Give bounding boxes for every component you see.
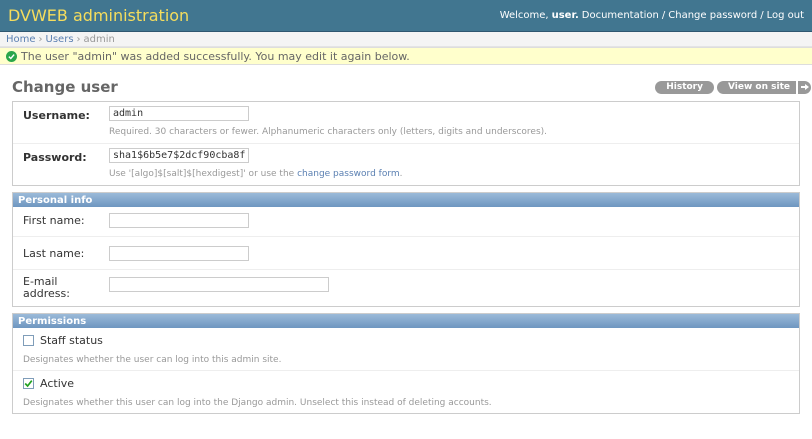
permissions-fieldset: Permissions Staff status Designates whet… — [12, 313, 800, 414]
site-branding: DVWEB administration — [8, 6, 190, 25]
separator: / — [760, 10, 764, 21]
change-password-form-link[interactable]: change password form — [297, 169, 400, 179]
username-input[interactable] — [109, 106, 249, 121]
user-tools: Welcome, user. Documentation / Change pa… — [500, 10, 804, 21]
first-name-label: First name: — [23, 214, 85, 227]
current-username: user. — [551, 10, 579, 21]
last-name-line: Last name: — [23, 246, 789, 261]
object-tools: History View on site — [655, 80, 811, 94]
view-on-site-button[interactable]: View on site — [716, 80, 796, 94]
account-fieldset: Username: Required. 30 characters or few… — [12, 101, 800, 186]
email-label: E-mail address: — [23, 276, 109, 300]
staff-status-checkbox[interactable] — [23, 335, 34, 346]
personal-info-fieldset: Personal info First name: Last name: E-m… — [12, 192, 800, 307]
breadcrumb-users[interactable]: Users — [46, 34, 74, 45]
username-label: Username: — [23, 109, 90, 122]
first-name-line: First name: — [23, 213, 789, 228]
first-name-input[interactable] — [109, 213, 249, 228]
content: Change user History View on site Usernam… — [0, 78, 812, 414]
password-help-text: Use '[algo]$[salt]$[hexdigest]' or use t… — [109, 169, 295, 179]
separator: / — [661, 10, 666, 21]
last-name-input[interactable] — [109, 246, 249, 261]
permissions-heading: Permissions — [13, 314, 799, 328]
email-input[interactable] — [109, 277, 329, 292]
active-label[interactable]: Active — [40, 377, 74, 390]
last-name-label: Last name: — [23, 247, 85, 260]
title-row: Change user History View on site — [12, 78, 811, 96]
staff-status-row: Staff status Designates whether the user… — [13, 328, 799, 371]
password-input[interactable] — [109, 148, 249, 163]
page-title: Change user — [12, 78, 118, 96]
active-line: Active — [23, 377, 789, 390]
email-line: E-mail address: — [23, 276, 789, 300]
logout-link[interactable]: Log out — [767, 10, 804, 21]
breadcrumb-separator: › — [76, 33, 81, 45]
success-message-text: The user "admin" was added successfully.… — [21, 49, 410, 63]
password-help: Use '[algo]$[salt]$[hexdigest]' or use t… — [109, 169, 789, 179]
breadcrumb-separator: › — [38, 33, 43, 45]
breadcrumb-current: admin — [83, 33, 115, 45]
last-name-row: Last name: — [13, 237, 799, 270]
staff-status-line: Staff status — [23, 334, 789, 347]
change-password-link[interactable]: Change password — [668, 10, 757, 21]
arrow-right-icon[interactable] — [797, 80, 811, 94]
username-line: Username: — [23, 106, 789, 122]
password-label: Password: — [23, 151, 87, 164]
username-row: Username: Required. 30 characters or few… — [13, 102, 799, 144]
password-line: Password: — [23, 148, 789, 164]
breadcrumb: Home › Users › admin — [0, 32, 812, 47]
staff-status-help: Designates whether the user can log into… — [23, 355, 282, 365]
header: DVWEB administration Welcome, user. Docu… — [0, 0, 812, 32]
username-help: Required. 30 characters or fewer. Alphan… — [109, 127, 548, 137]
password-help-suffix: . — [399, 169, 403, 179]
documentation-link[interactable]: Documentation — [582, 10, 659, 21]
first-name-row: First name: — [13, 207, 799, 237]
email-label-line2: address: — [23, 287, 70, 300]
active-help: Designates whether this user can log int… — [23, 398, 492, 408]
email-row: E-mail address: — [13, 270, 799, 306]
active-row: Active Designates whether this user can … — [13, 371, 799, 413]
success-message: The user "admin" was added successfully.… — [0, 47, 812, 65]
welcome-text: Welcome, — [499, 10, 549, 21]
password-row: Password: Use '[algo]$[salt]$[hexdigest]… — [13, 144, 799, 185]
active-checkbox[interactable] — [23, 378, 34, 389]
success-check-icon — [6, 50, 17, 62]
breadcrumb-home[interactable]: Home — [6, 34, 36, 45]
checkmark-icon — [24, 380, 33, 388]
history-button[interactable]: History — [655, 80, 714, 94]
personal-info-heading: Personal info — [13, 193, 799, 207]
staff-status-label[interactable]: Staff status — [40, 334, 103, 347]
